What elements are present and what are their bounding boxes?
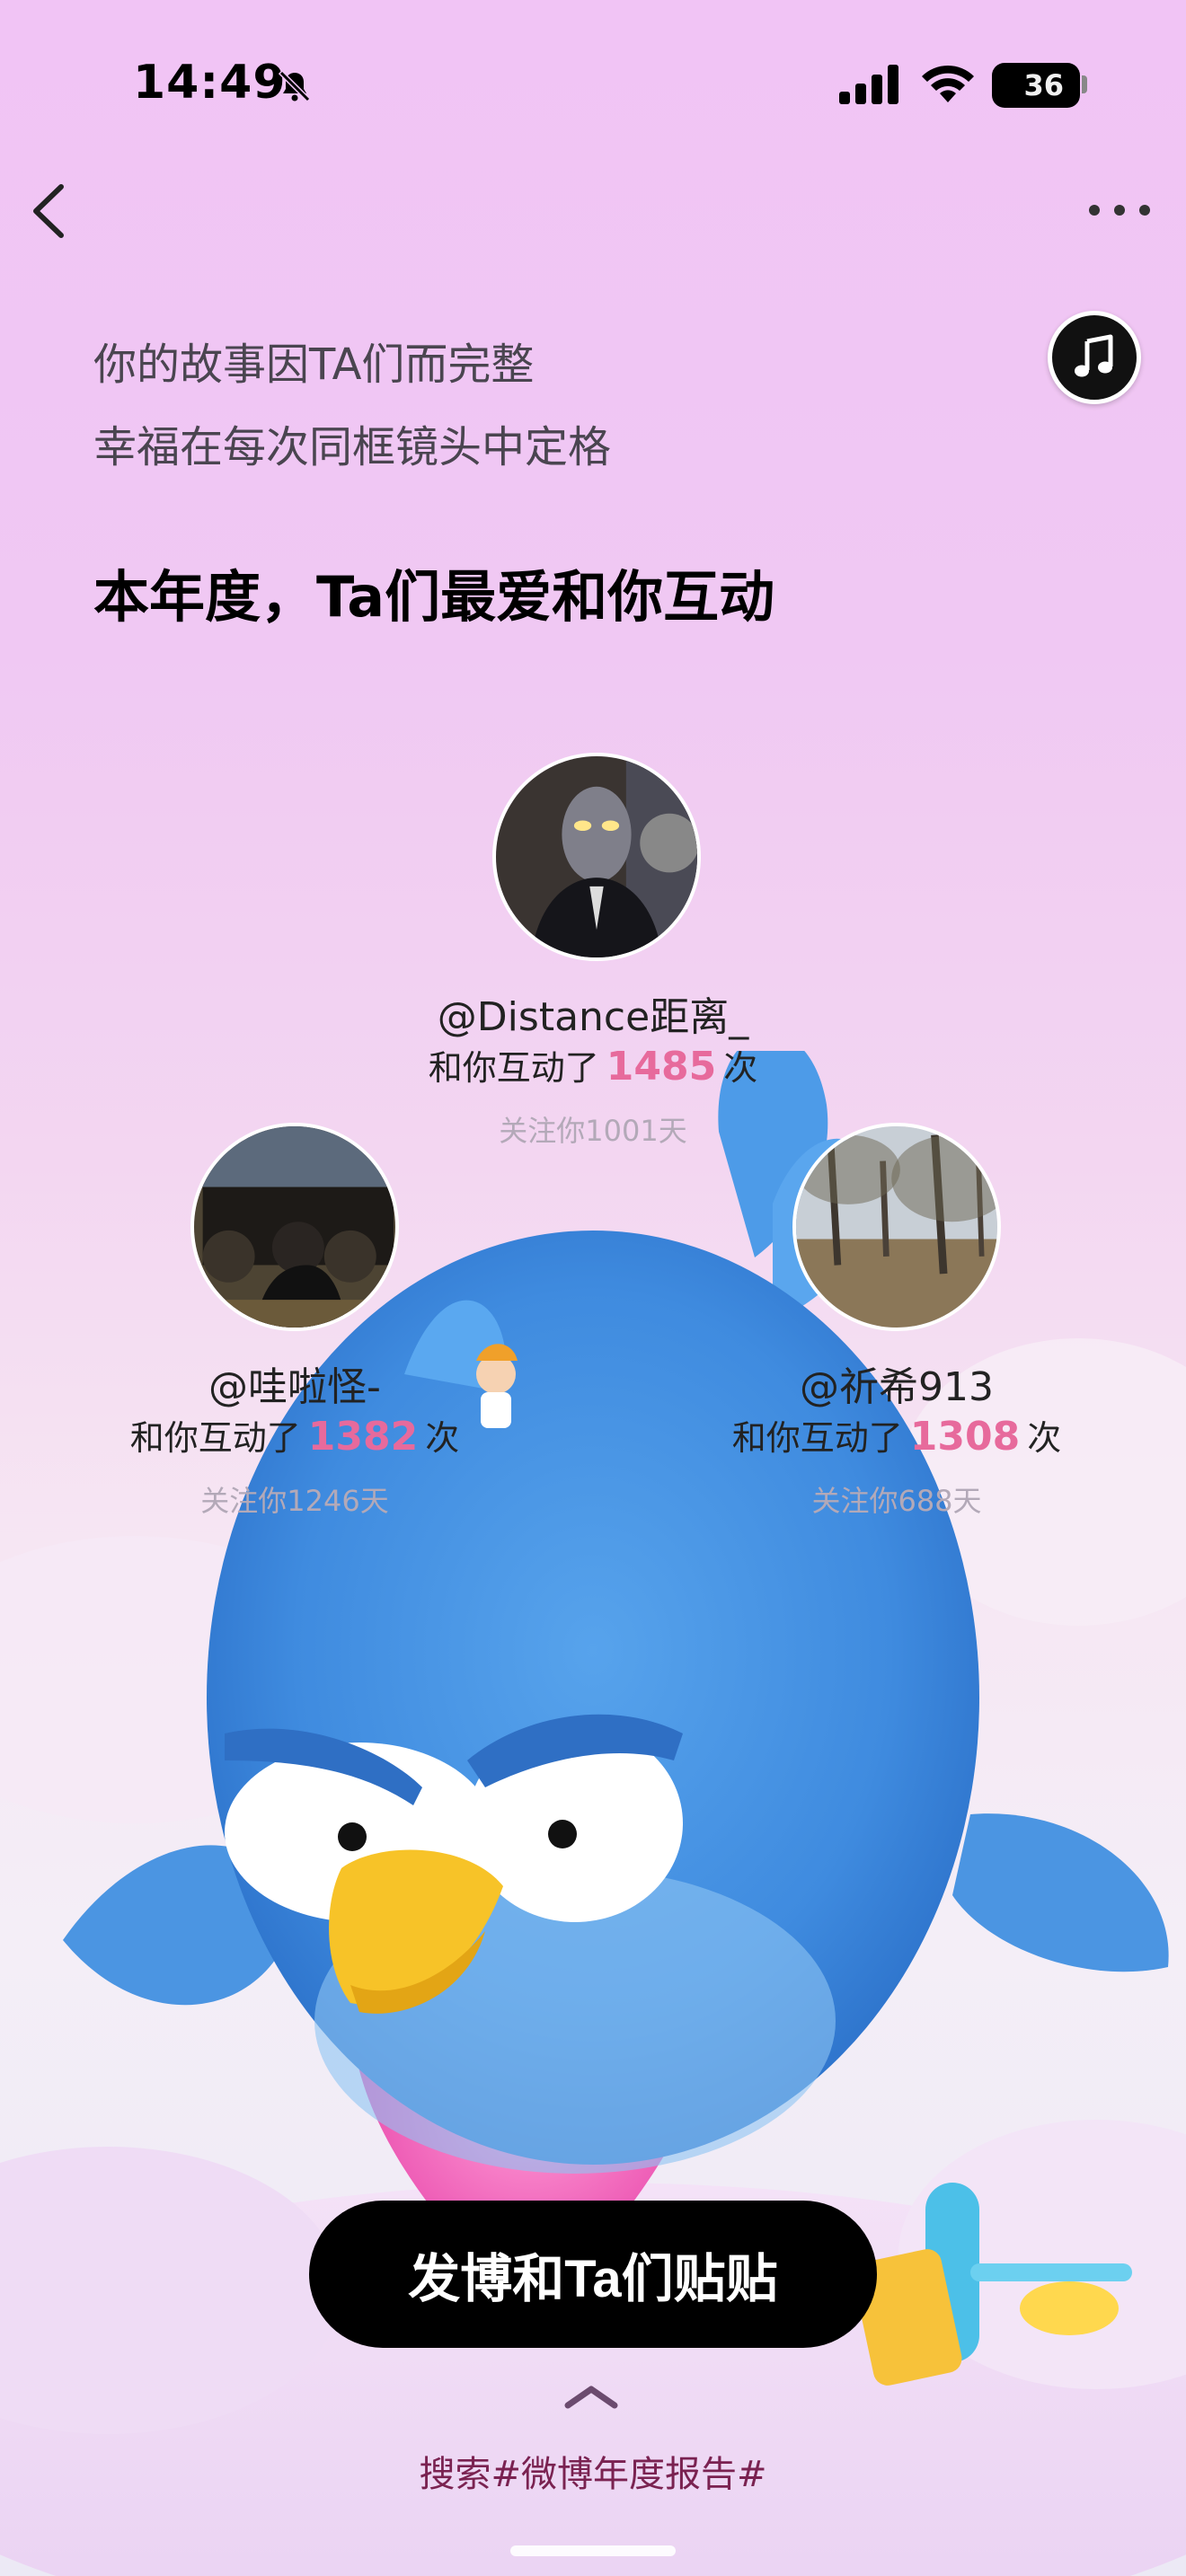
friend-3-name[interactable]: @祈希913	[627, 1354, 1166, 1412]
bell-muted-icon	[278, 69, 312, 103]
avatar-friend-2[interactable]	[190, 1123, 399, 1331]
back-arrow-icon[interactable]	[27, 181, 72, 241]
interaction-prefix: 和你互动了	[428, 1048, 599, 1088]
interaction-prefix: 和你互动了	[731, 1418, 903, 1458]
interaction-suffix: 次	[1027, 1418, 1062, 1458]
battery-level: 36	[1023, 68, 1064, 102]
interaction-suffix: 次	[723, 1048, 758, 1088]
wifi-icon	[922, 65, 974, 102]
interaction-prefix: 和你互动了	[129, 1418, 301, 1458]
avatar-image	[194, 1126, 395, 1328]
friend-2-interaction: 和你互动了 1382 次	[25, 1410, 564, 1460]
interaction-count: 1308	[909, 1414, 1021, 1460]
interaction-count: 1485	[606, 1044, 717, 1090]
friend-2-name[interactable]: @哇啦怪-	[25, 1354, 564, 1412]
home-indicator[interactable]	[510, 2545, 676, 2556]
friend-3-interaction: 和你互动了 1308 次	[627, 1410, 1166, 1460]
intro-line-1: 你的故事因TA们而完整	[93, 340, 535, 390]
signal-icon	[839, 65, 898, 104]
music-note-icon	[1075, 334, 1113, 377]
friend-2-follow-days: 关注你1246天	[200, 1484, 389, 1518]
music-button[interactable]	[1048, 311, 1141, 404]
avatar-image	[496, 756, 697, 957]
friend-1-follow-days: 关注你1001天	[499, 1114, 687, 1148]
friend-3-follow-days: 关注你688天	[811, 1484, 982, 1518]
friend-1-interaction: 和你互动了 1485 次	[323, 1040, 863, 1090]
friend-1-name[interactable]: @Distance距离_	[323, 984, 863, 1042]
intro-line-2: 幸福在每次同框镜头中定格	[93, 422, 612, 472]
avatar-friend-3[interactable]	[792, 1123, 1001, 1331]
avatar-friend-1[interactable]	[492, 753, 701, 961]
interaction-count: 1382	[307, 1414, 419, 1460]
post-with-friends-button[interactable]: 发博和Ta们贴贴	[309, 2201, 877, 2348]
battery-indicator: 36	[992, 63, 1080, 108]
more-icon[interactable]	[1085, 198, 1154, 223]
interaction-suffix: 次	[425, 1418, 460, 1458]
chevron-up-icon[interactable]	[562, 2382, 620, 2411]
page-heading: 本年度，Ta们最爱和你互动	[93, 564, 775, 630]
avatar-image	[796, 1126, 997, 1328]
search-hashtag-link[interactable]: 搜索#微博年度报告#	[0, 2445, 1186, 2497]
battery-tip	[1082, 75, 1087, 93]
status-time: 14:49	[133, 56, 287, 110]
status-bar: 14:49 36	[0, 0, 1186, 171]
